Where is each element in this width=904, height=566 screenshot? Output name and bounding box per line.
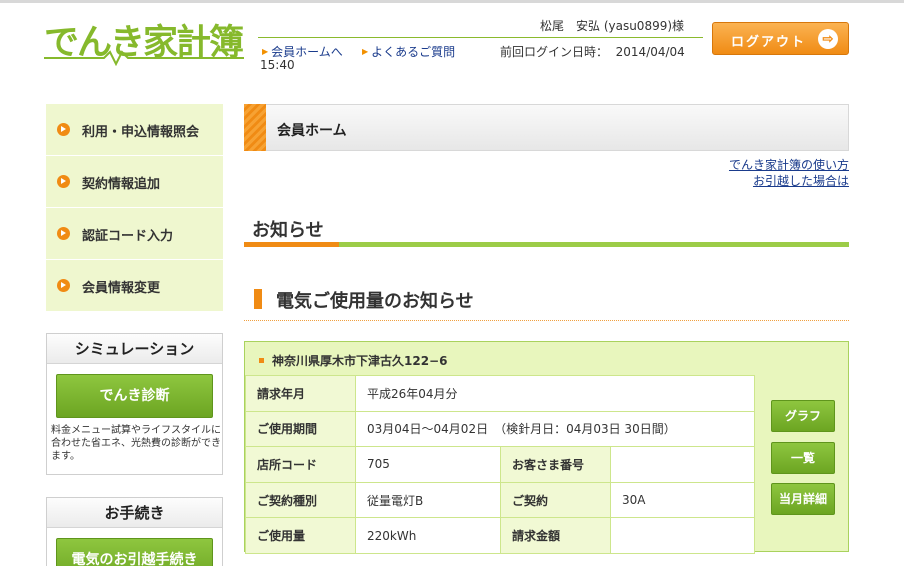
amount-label: 請求金額 xyxy=(500,517,611,554)
table-row: 請求年月 平成26年04月分 xyxy=(245,375,755,412)
period-label: ご使用期間 xyxy=(245,410,356,448)
arrow-circle-icon xyxy=(57,175,70,188)
contract-type-value: 従量電灯B xyxy=(355,481,501,519)
usage-value: 220kWh xyxy=(355,517,501,554)
monthly-detail-button[interactable]: 当月詳細 xyxy=(771,483,835,515)
graph-button[interactable]: グラフ xyxy=(771,400,835,432)
contract-value: 30A xyxy=(610,481,755,519)
simulation-box: シミュレーション でんき診断 料金メニュー試算やライフスタイルに合わせた省エネ、… xyxy=(46,333,223,475)
notice-title: 電気ご使用量のお知らせ xyxy=(276,291,474,312)
arrow-circle-icon xyxy=(57,123,70,136)
contract-label: ご契約 xyxy=(500,481,611,519)
page-header: 会員ホーム xyxy=(244,104,849,151)
nav-faq[interactable]: ▶ よくあるご質問 xyxy=(362,43,455,60)
billing-month-label: 請求年月 xyxy=(245,375,356,412)
list-button[interactable]: 一覧 xyxy=(771,442,835,474)
dotted-divider xyxy=(244,320,849,321)
notice-accent-bar xyxy=(254,289,262,309)
triangle-icon: ▶ xyxy=(362,47,369,56)
period-value: 03月04日〜04月02日 （検針月日：04月03日 30日間） xyxy=(355,410,755,448)
logo-wave-icon xyxy=(44,50,244,66)
sidebar-item-label: 会員情報変更 xyxy=(82,281,161,296)
billing-month-value: 平成26年04月分 xyxy=(355,375,755,412)
section-divider xyxy=(244,242,849,247)
procedures-box: お手続き 電気のお引越手続き xyxy=(46,497,223,566)
moving-link[interactable]: お引越した場合は xyxy=(753,172,849,189)
sidebar-item-member-info[interactable]: 会員情報変更 xyxy=(46,260,223,312)
last-login-time: 15:40 xyxy=(260,58,295,72)
moving-procedure-button[interactable]: 電気のお引越手続き xyxy=(56,538,213,566)
shop-code-label: 店所コード xyxy=(245,446,356,483)
how-to-use-link[interactable]: でんき家計簿の使い方 xyxy=(729,156,849,173)
customer-no-value xyxy=(610,446,755,483)
top-border xyxy=(0,0,904,3)
customer-no-label: お客さま番号 xyxy=(500,446,611,483)
simulation-title: シミュレーション xyxy=(47,334,222,364)
arrow-circle-icon xyxy=(57,279,70,292)
table-row: ご契約種別 従量電灯B ご契約 30A xyxy=(245,481,755,519)
last-login: 前回ログイン日時： 2014/04/04 xyxy=(500,45,685,59)
table-row: 店所コード 705 お客さま番号 xyxy=(245,446,755,483)
bullet-icon xyxy=(259,358,264,363)
user-name: 松尾 安弘 (yasu0899)様 xyxy=(540,19,685,33)
table-row: ご使用期間 03月04日〜04月02日 （検針月日：04月03日 30日間） xyxy=(245,410,755,448)
section-title: お知らせ xyxy=(252,220,324,241)
sidebar-item-add-contract[interactable]: 契約情報追加 xyxy=(46,156,223,208)
triangle-icon: ▶ xyxy=(262,47,269,56)
sidebar-item-label: 利用・申込情報照会 xyxy=(82,125,200,140)
sidebar-item-auth-code[interactable]: 認証コード入力 xyxy=(46,208,223,260)
contract-type-label: ご契約種別 xyxy=(245,481,356,519)
usage-label: ご使用量 xyxy=(245,517,356,554)
usage-table: 請求年月 平成26年04月分 ご使用期間 03月04日〜04月02日 （検針月日… xyxy=(245,375,755,554)
header-accent-bar xyxy=(244,104,266,151)
sidebar-item-label: 認証コード入力 xyxy=(82,229,174,244)
arrow-circle-icon xyxy=(57,227,70,240)
sidebar-menu: 利用・申込情報照会 契約情報追加 認証コード入力 会員情報変更 xyxy=(46,104,223,312)
header-divider xyxy=(258,37,703,38)
arrow-right-icon: ⇨ xyxy=(818,29,838,49)
simulation-description: 料金メニュー試算やライフスタイルに合わせた省エネ、光熱費の診断ができます。 xyxy=(51,425,221,462)
address: 神奈川県厚木市下津古久122−6 xyxy=(259,352,447,369)
logout-label: ログアウト xyxy=(731,34,807,49)
sidebar-item-usage-inquiry[interactable]: 利用・申込情報照会 xyxy=(46,104,223,156)
sidebar-item-label: 契約情報追加 xyxy=(82,177,161,192)
usage-notice-box: 神奈川県厚木市下津古久122−6 請求年月 平成26年04月分 ご使用期間 03… xyxy=(244,341,849,554)
denki-diagnosis-button[interactable]: でんき診断 xyxy=(56,374,213,418)
procedures-title: お手続き xyxy=(47,498,222,528)
shop-code-value: 705 xyxy=(355,446,501,483)
amount-value xyxy=(610,517,755,554)
page-title: 会員ホーム xyxy=(277,123,347,139)
logout-button[interactable]: ログアウト ⇨ xyxy=(712,22,849,55)
table-row: ご使用量 220kWh 請求金額 xyxy=(245,517,755,554)
logo[interactable]: でんき家計簿 xyxy=(44,10,254,66)
